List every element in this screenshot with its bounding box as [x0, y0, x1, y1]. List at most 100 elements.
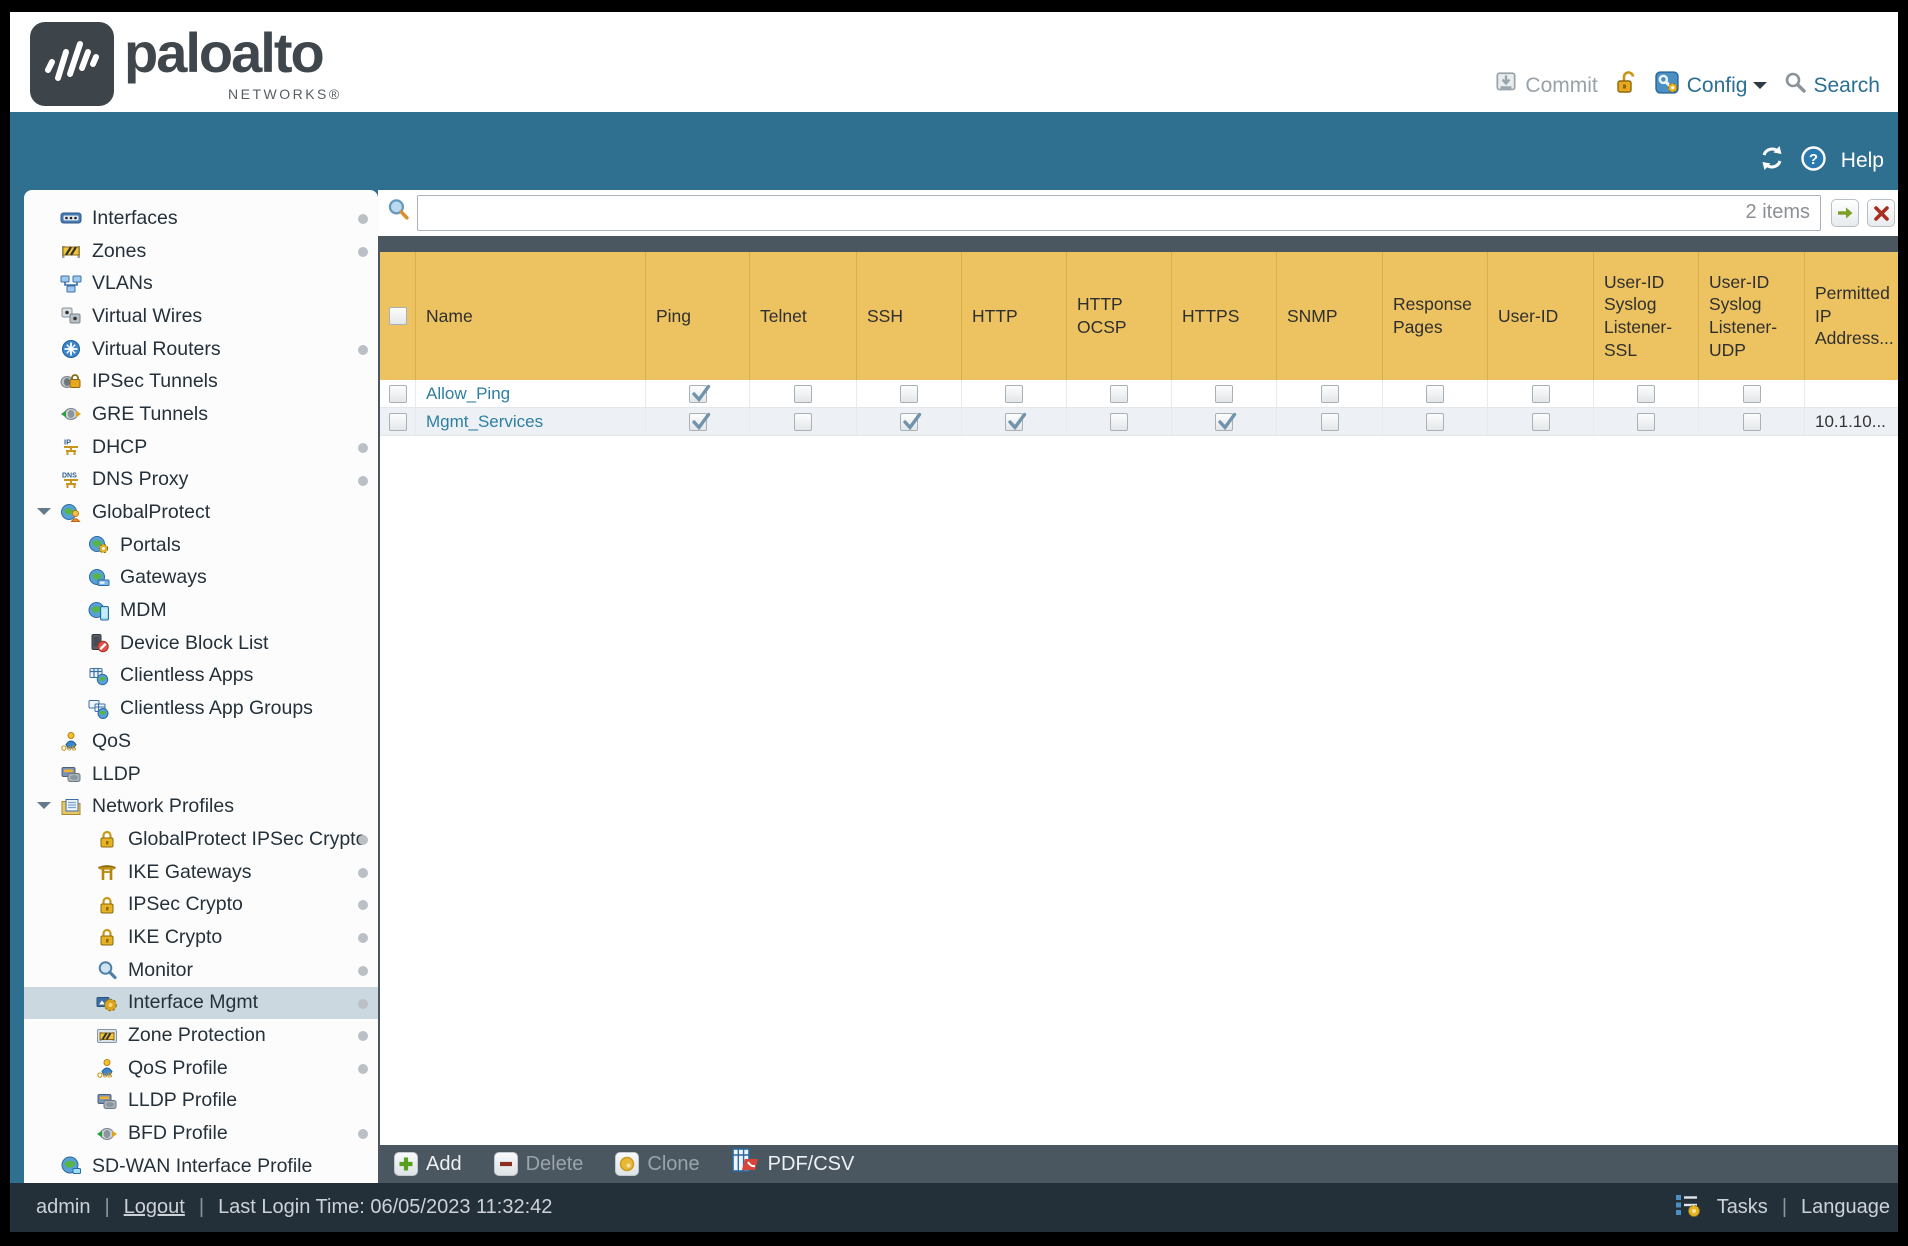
sidebar-item-virtual-routers[interactable]: Virtual Routers: [24, 333, 378, 366]
table-empty-area: [380, 436, 1898, 1145]
pdf-csv-button[interactable]: PDF/CSV: [731, 1148, 855, 1180]
sidebar-item-globalprotect-ipsec-crypto[interactable]: GlobalProtect IPSec Crypto: [24, 823, 378, 856]
column-header-http[interactable]: HTTP: [962, 252, 1067, 380]
sidebar-item-dns-proxy[interactable]: DNS DNS Proxy: [24, 464, 378, 497]
checkbox[interactable]: [1005, 384, 1023, 403]
checkbox-checked[interactable]: [1005, 412, 1027, 431]
sidebar-item-lldp-profile[interactable]: LLDP Profile: [24, 1085, 378, 1118]
sidebar-item-interfaces[interactable]: Interfaces: [24, 202, 378, 235]
sidebar-item-interface-mgmt[interactable]: Interface Mgmt: [24, 986, 378, 1020]
sidebar-item-bfd-profile[interactable]: BFD Profile: [24, 1117, 378, 1150]
checkbox[interactable]: [1320, 412, 1339, 431]
expand-caret-icon[interactable]: [37, 802, 51, 816]
sidebar-item-sd-wan-interface-profile[interactable]: SD-WAN Interface Profile: [24, 1150, 378, 1183]
filter-input[interactable]: 2 items: [417, 195, 1821, 231]
sidebar-item-portals[interactable]: Portals: [24, 529, 378, 562]
sidebar-item-dhcp[interactable]: IP DHCP: [24, 431, 378, 464]
sidebar-item-lldp[interactable]: LLDP: [24, 758, 378, 791]
apply-filter-button[interactable]: [1831, 199, 1859, 227]
sidebar-item-gateways[interactable]: Gateways: [24, 562, 378, 595]
sidebar-item-zones[interactable]: Zones: [24, 235, 378, 268]
checkbox[interactable]: [1110, 384, 1128, 403]
sidebar-item-network-profiles[interactable]: Network Profiles: [24, 790, 378, 823]
commit-button[interactable]: Commit: [1493, 70, 1598, 102]
help-label[interactable]: Help: [1841, 149, 1884, 173]
lock-button[interactable]: [1614, 70, 1638, 102]
column-header-user-id[interactable]: User-ID: [1488, 252, 1594, 380]
checkbox-checked[interactable]: [1215, 412, 1237, 431]
checkbox[interactable]: [1426, 412, 1444, 431]
column-header-user-id-syslog-listener-ssl[interactable]: User-ID Syslog Listener-SSL: [1594, 252, 1699, 380]
checkbox-checked[interactable]: [688, 384, 710, 403]
logout-link[interactable]: Logout: [124, 1196, 185, 1219]
sidebar-item-ike-gateways[interactable]: IKE Gateways: [24, 856, 378, 889]
checkbox-checked[interactable]: [900, 412, 922, 431]
qos-icon: QoS: [60, 731, 84, 751]
checkbox[interactable]: [1426, 384, 1444, 403]
sidebar-item-mdm[interactable]: MDM: [24, 594, 378, 627]
sidebar-item-monitor[interactable]: Monitor: [24, 954, 378, 987]
sidebar-item-gre-tunnels[interactable]: GRE Tunnels: [24, 398, 378, 431]
sidebar-item-ike-crypto[interactable]: IKE Crypto: [24, 921, 378, 954]
sidebar-item-vlans[interactable]: VLANs: [24, 267, 378, 300]
service-cell-ssh: [857, 408, 962, 435]
sidebar-tree: Interfaces Zones VLANs Virtual Wires Virtual…: [24, 190, 378, 1183]
sidebar-item-qos[interactable]: QoS QoS: [24, 725, 378, 758]
config-menu-button[interactable]: Config: [1654, 69, 1768, 102]
checkbox[interactable]: [388, 384, 407, 403]
profile-name-link[interactable]: Allow_Ping: [426, 384, 510, 404]
refresh-icon[interactable]: [1758, 144, 1786, 178]
help-icon[interactable]: ?: [1800, 145, 1827, 178]
column-header-ping[interactable]: Ping: [646, 252, 750, 380]
checkbox-checked[interactable]: [688, 412, 710, 431]
checkbox[interactable]: [1110, 412, 1128, 431]
column-header-name[interactable]: Name: [416, 252, 646, 380]
clone-button[interactable]: Clone: [615, 1152, 700, 1176]
sidebar-item-qos-profile[interactable]: QoS QoS Profile: [24, 1052, 378, 1085]
checkbox[interactable]: [1742, 384, 1761, 403]
sidebar-item-ipsec-crypto[interactable]: IPSec Crypto: [24, 888, 378, 921]
sidebar-item-clientless-app-groups[interactable]: Clientless App Groups: [24, 692, 378, 725]
column-header-response-pages[interactable]: Response Pages: [1383, 252, 1488, 380]
checkbox[interactable]: [1215, 384, 1233, 403]
column-header-telnet[interactable]: Telnet: [750, 252, 857, 380]
column-header-ssh[interactable]: SSH: [857, 252, 962, 380]
pdf-csv-label: PDF/CSV: [767, 1152, 855, 1175]
sidebar-item-zone-protection[interactable]: Zone Protection: [24, 1019, 378, 1052]
sidebar-item-globalprotect[interactable]: GlobalProtect: [24, 496, 378, 529]
sidebar-item-virtual-wires[interactable]: Virtual Wires: [24, 300, 378, 333]
search-button[interactable]: Search: [1783, 71, 1880, 101]
profile-name-link[interactable]: Mgmt_Services: [426, 412, 543, 432]
tasks-link[interactable]: Tasks: [1717, 1196, 1768, 1219]
sidebar-item-device-block-list[interactable]: Device Block List: [24, 627, 378, 660]
item-dot: [358, 1063, 368, 1074]
column-header-permitted-ip-address[interactable]: Permitted IP Address...: [1805, 252, 1898, 380]
column-header-http-ocsp[interactable]: HTTP OCSP: [1067, 252, 1172, 380]
sidebar-item-clientless-apps[interactable]: Clientless Apps: [24, 660, 378, 693]
checkbox[interactable]: [388, 307, 407, 325]
gre-tunnels-icon: [60, 404, 84, 424]
checkbox[interactable]: [1637, 384, 1655, 403]
add-button[interactable]: Add: [394, 1152, 462, 1176]
clear-filter-button[interactable]: [1867, 199, 1895, 227]
column-header-user-id-syslog-listener-udp[interactable]: User-ID Syslog Listener-UDP: [1699, 252, 1805, 380]
table-row[interactable]: Mgmt_Services 10.1.10...: [380, 408, 1898, 436]
column-header-snmp[interactable]: SNMP: [1277, 252, 1383, 380]
checkbox[interactable]: [1637, 412, 1655, 431]
expand-caret-icon[interactable]: [37, 508, 51, 522]
checkbox[interactable]: [1320, 384, 1339, 403]
checkbox[interactable]: [794, 412, 812, 431]
checkbox[interactable]: [1531, 412, 1550, 431]
checkbox[interactable]: [900, 384, 918, 403]
checkbox[interactable]: [388, 412, 407, 431]
delete-button[interactable]: Delete: [493, 1152, 583, 1176]
column-header-https[interactable]: HTTPS: [1172, 252, 1277, 380]
checkbox[interactable]: [1742, 412, 1761, 431]
filter-search-icon: [386, 198, 411, 228]
language-link[interactable]: Language: [1801, 1196, 1890, 1219]
checkbox[interactable]: [794, 384, 812, 403]
sidebar-item-ipsec-tunnels[interactable]: IPSec Tunnels: [24, 365, 378, 398]
table-row[interactable]: Allow_Ping: [380, 380, 1898, 408]
checkbox[interactable]: [1531, 384, 1550, 403]
service-cell-user-id-syslog-listener-udp: [1699, 408, 1805, 435]
